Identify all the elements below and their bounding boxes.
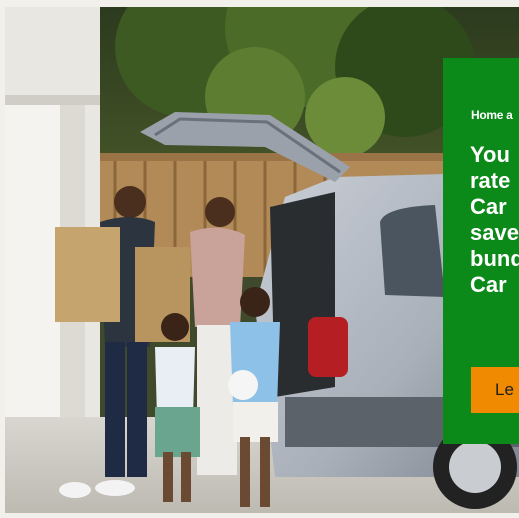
headline-line: You bbox=[470, 142, 510, 167]
cta-button[interactable]: Le bbox=[471, 367, 519, 413]
promo-panel: Home a You rate Car save bund Car Le bbox=[443, 58, 519, 444]
headline-line: save bbox=[470, 220, 519, 245]
headline-line: bund bbox=[470, 246, 519, 271]
family-car-photo bbox=[5, 7, 519, 513]
promo-banner[interactable]: Home a You rate Car save bund Car Le bbox=[5, 7, 519, 513]
promo-eyebrow: Home a bbox=[471, 108, 513, 122]
headline-line: rate bbox=[470, 168, 511, 193]
promo-headline: You rate Car save bund Car bbox=[470, 142, 519, 298]
headline-line: Car bbox=[470, 272, 507, 297]
headline-line: Car bbox=[470, 194, 507, 219]
